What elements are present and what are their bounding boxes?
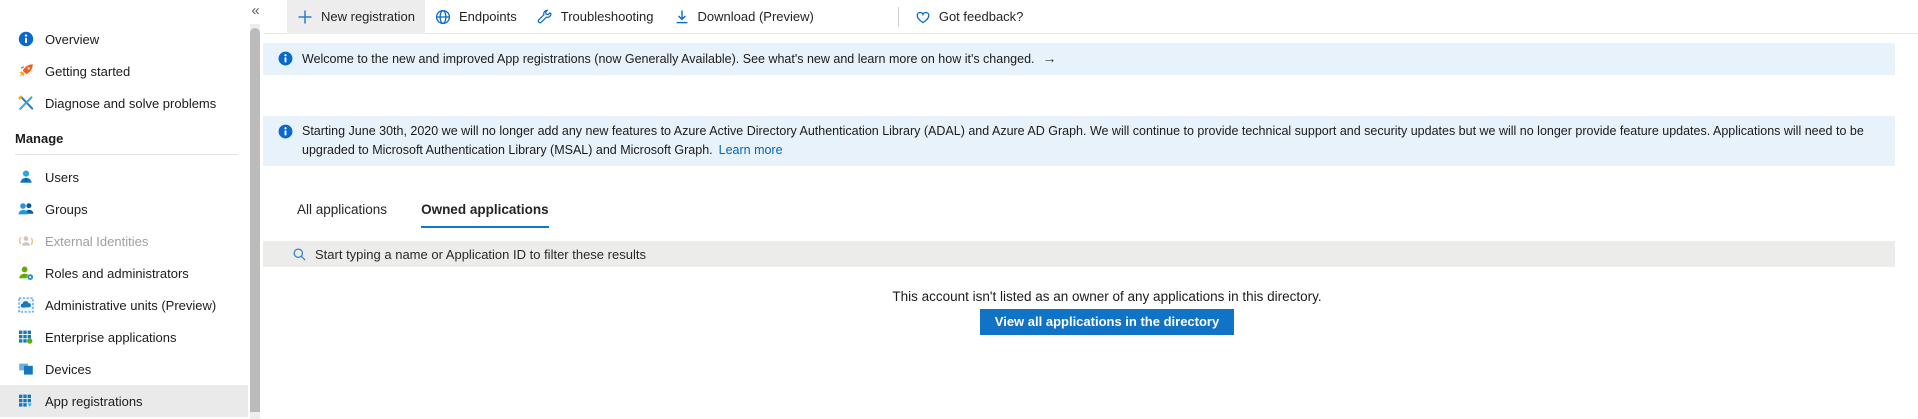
sidebar-item-overview[interactable]: Overview [0,23,248,55]
sidebar-nav: Overview Getting started [0,0,248,417]
user-icon [17,169,34,186]
sidebar-item-roles[interactable]: Roles and administrators [0,257,248,289]
endpoints-label: Endpoints [459,9,517,24]
view-all-applications-button[interactable]: View all applications in the directory [980,309,1234,335]
endpoints-button[interactable]: Endpoints [425,0,527,34]
sidebar-item-external-identities[interactable]: External Identities [0,225,248,257]
devices-icon [17,361,34,378]
troubleshooting-label: Troubleshooting [561,9,654,24]
sidebar-item-label: External Identities [45,234,148,249]
download-preview-label: Download (Preview) [698,9,814,24]
sidebar-item-administrative-units[interactable]: Administrative units (Preview) [0,289,248,321]
info-icon [17,31,34,48]
rocket-icon [17,63,34,80]
new-registration-button[interactable]: New registration [287,0,425,34]
adal-deprecation-text: Starting June 30th, 2020 we will no long… [302,122,1881,160]
enterprise-apps-icon [17,329,34,346]
sidebar-item-enterprise-applications[interactable]: Enterprise applications [0,321,248,353]
app-registrations-page: Overview Getting started [0,0,1918,419]
sidebar-item-label: Administrative units (Preview) [45,298,216,313]
search-icon [292,247,307,262]
collapse-sidebar-icon[interactable]: « [248,2,263,20]
tab-owned-applications[interactable]: Owned applications [421,202,549,228]
welcome-banner-text: Welcome to the new and improved App regi… [302,49,1057,69]
empty-state: This account isn't listed as an owner of… [263,289,1895,335]
sidebar-scroll-column: « [248,0,263,419]
group-icon [17,201,34,218]
sidebar-item-users[interactable]: Users [0,161,248,193]
sidebar-item-label: Diagnose and solve problems [45,96,216,111]
sidebar-item-label: App registrations [45,394,143,409]
adal-deprecation-banner: Starting June 30th, 2020 we will no long… [263,116,1895,166]
plus-icon [297,9,313,25]
troubleshooting-button[interactable]: Troubleshooting [527,0,664,34]
sidebar-manage-list: Users Groups [0,161,248,417]
sidebar-section-manage: Manage [15,131,238,155]
empty-state-message: This account isn't listed as an owner of… [319,289,1895,304]
filter-input[interactable] [315,242,1895,266]
tab-all-applications[interactable]: All applications [297,202,387,228]
got-feedback-button[interactable]: Got feedback? [905,0,1034,34]
info-icon [278,51,293,66]
admin-units-icon [17,297,34,314]
external-identities-icon [17,233,34,250]
sidebar-item-label: Devices [45,362,91,377]
sidebar-item-groups[interactable]: Groups [0,193,248,225]
info-icon [278,124,293,139]
sidebar-item-label: Users [45,170,79,185]
tools-icon [17,95,34,112]
welcome-banner[interactable]: Welcome to the new and improved App regi… [263,43,1895,75]
new-registration-label: New registration [321,9,415,24]
got-feedback-label: Got feedback? [939,9,1024,24]
sidebar-item-app-registrations[interactable]: App registrations [0,385,248,417]
sidebar-item-diagnose[interactable]: Diagnose and solve problems [0,87,248,119]
toolbar-separator [898,7,899,27]
sidebar-item-devices[interactable]: Devices [0,353,248,385]
sidebar-item-label: Enterprise applications [45,330,177,345]
sidebar-scrollbar-track [250,24,260,419]
arrow-right-icon: → [1043,50,1057,66]
sidebar-item-label: Getting started [45,64,130,79]
filter-bar [263,241,1895,267]
sidebar-item-label: Roles and administrators [45,266,189,281]
download-icon [674,9,690,25]
wrench-icon [537,9,553,25]
command-bar: New registration Endpoints Troubleshooti… [263,0,1918,34]
sidebar: Overview Getting started [0,0,248,419]
roles-icon [17,265,34,282]
main-content: New registration Endpoints Troubleshooti… [263,0,1918,419]
sidebar-item-label: Overview [45,32,99,47]
download-preview-button[interactable]: Download (Preview) [664,0,824,34]
app-registrations-icon [17,393,34,410]
learn-more-link[interactable]: Learn more [719,143,783,157]
sidebar-scrollbar-thumb[interactable] [250,28,260,412]
sidebar-item-getting-started[interactable]: Getting started [0,55,248,87]
globe-icon [435,9,451,25]
applications-tabs: All applications Owned applications [297,202,1918,228]
heart-icon [915,9,931,25]
sidebar-item-label: Groups [45,202,88,217]
